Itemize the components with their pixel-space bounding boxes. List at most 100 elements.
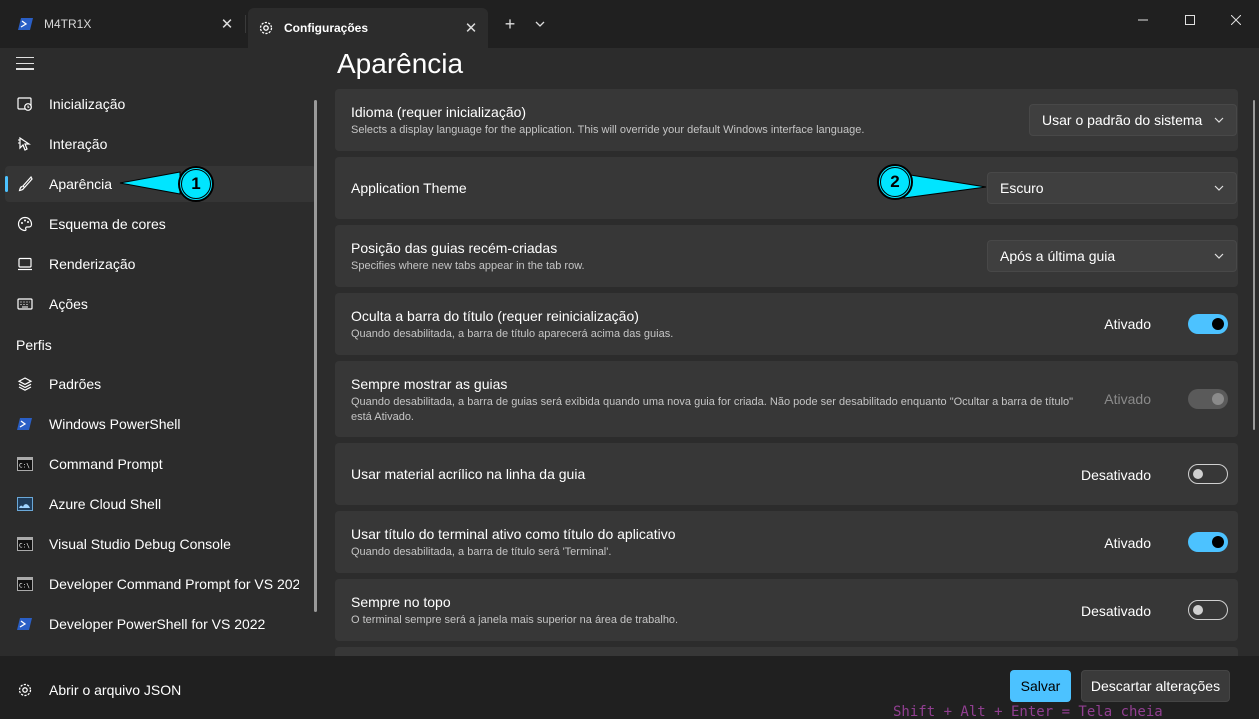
- sidebar-item-label: Windows PowerShell: [49, 416, 181, 432]
- setting-description: Specifies where new tabs appear in the t…: [351, 260, 585, 272]
- sidebar-item-esquema-de-cores[interactable]: Esquema de cores: [5, 206, 316, 242]
- sidebar-item-acoes[interactable]: Ações: [5, 286, 316, 322]
- sidebar: Inicialização Interação Aparência Esquem…: [0, 48, 322, 719]
- setting-description: Quando desabilitada, a barra de título a…: [351, 328, 674, 340]
- sidebar-item-inicializacao[interactable]: Inicialização: [5, 86, 316, 122]
- profiles-heading: Perfis: [16, 337, 52, 353]
- sidebar-item-windows-powershell[interactable]: Windows PowerShell: [5, 406, 316, 442]
- setting-title: Application Theme: [351, 180, 467, 196]
- save-button[interactable]: Salvar: [1010, 670, 1071, 702]
- svg-text:C:\: C:\: [19, 583, 30, 590]
- setting-hide-title-bar: Oculta a barra do título (requer reinici…: [335, 293, 1238, 355]
- toggle-state-label: Desativado: [1080, 467, 1151, 483]
- sidebar-item-vs-debug-console[interactable]: C:\ Visual Studio Debug Console: [5, 526, 316, 562]
- open-json-label: Abrir o arquivo JSON: [49, 682, 182, 698]
- tab-position-dropdown[interactable]: Após a última guia: [987, 240, 1237, 272]
- page-title: Aparência: [337, 48, 464, 79]
- annotation-arrow-2: [903, 173, 987, 199]
- hide-title-bar-toggle[interactable]: [1188, 314, 1228, 334]
- sidebar-scrollbar[interactable]: [314, 100, 317, 612]
- cursor-icon: [17, 136, 33, 152]
- always-on-top-toggle[interactable]: [1188, 600, 1228, 620]
- palette-icon: [17, 216, 33, 232]
- svg-text:C:\: C:\: [19, 543, 30, 550]
- toggle-state-label: Ativado: [1104, 316, 1151, 332]
- setting-application-theme: Application Theme Escuro: [335, 157, 1238, 219]
- language-dropdown[interactable]: Usar o padrão do sistema: [1029, 104, 1237, 136]
- sidebar-item-label: Interação: [49, 136, 108, 152]
- setting-title: Sempre mostrar as guias: [351, 376, 508, 392]
- svg-text:C:\: C:\: [19, 463, 30, 470]
- annotation-badge-1: 1: [178, 166, 214, 202]
- powershell-icon: [18, 16, 34, 32]
- setting-description: Quando desabilitada, a barra de guias se…: [351, 396, 1074, 423]
- sidebar-item-label: Developer PowerShell for VS 2022: [49, 616, 266, 632]
- sidebar-item-label: Renderização: [49, 256, 136, 272]
- close-icon[interactable]: ✕: [462, 19, 480, 37]
- setting-title: Usar título do terminal ativo como títul…: [351, 526, 676, 542]
- gear-icon: [258, 20, 274, 36]
- monitor-icon: [17, 256, 33, 272]
- sidebar-item-padroes[interactable]: Padrões: [5, 366, 316, 402]
- acrylic-tab-row-toggle[interactable]: [1188, 464, 1228, 484]
- chevron-down-icon[interactable]: [528, 12, 552, 36]
- setting-description: Quando desabilitada, a barra de título s…: [351, 546, 612, 558]
- discard-changes-button[interactable]: Descartar alterações: [1081, 670, 1230, 702]
- sidebar-item-label: Padrões: [49, 376, 102, 392]
- maximize-button[interactable]: [1167, 0, 1213, 40]
- brush-icon: [17, 176, 33, 192]
- setting-use-terminal-title: Usar título do terminal ativo como títul…: [335, 511, 1238, 573]
- theme-dropdown[interactable]: Escuro: [987, 172, 1237, 204]
- background-terminal-text: Shift + Alt + Enter = Tela cheia: [893, 704, 1163, 719]
- hamburger-menu-icon[interactable]: [16, 57, 34, 71]
- close-window-button[interactable]: [1213, 0, 1259, 40]
- toggle-state-label: Desativado: [1080, 603, 1151, 619]
- sidebar-item-label: Developer Command Prompt for VS 2022: [49, 576, 299, 592]
- selection-indicator: [5, 176, 8, 192]
- sidebar-item-dev-command-prompt[interactable]: C:\ Developer Command Prompt for VS 2022: [5, 566, 316, 602]
- powershell-icon: [17, 416, 33, 432]
- tab-configuracoes[interactable]: Configurações ✕: [248, 8, 488, 48]
- powershell-icon: [17, 616, 33, 632]
- minimize-button[interactable]: [1120, 0, 1166, 40]
- cmd-icon: C:\: [17, 456, 33, 472]
- sidebar-item-dev-powershell[interactable]: Developer PowerShell for VS 2022: [5, 606, 316, 642]
- setting-always-show-tabs: Sempre mostrar as guias Quando desabilit…: [335, 361, 1238, 437]
- new-tab-button[interactable]: +: [498, 12, 522, 36]
- sidebar-item-label: Azure Cloud Shell: [49, 496, 162, 512]
- startup-icon: [17, 96, 33, 112]
- use-terminal-title-toggle[interactable]: [1188, 532, 1228, 552]
- close-icon[interactable]: ✕: [218, 15, 236, 33]
- title-bar: M4TR1X ✕ Configurações ✕ +: [0, 0, 1259, 48]
- setting-idioma: Idioma (requer inicialização) Selects a …: [335, 89, 1238, 151]
- tab-m4tr1x[interactable]: M4TR1X ✕: [8, 8, 244, 40]
- toggle-state-label: Ativado: [1104, 535, 1151, 551]
- setting-new-tab-position: Posição das guias recém-criadas Specifie…: [335, 225, 1238, 287]
- sidebar-item-label: Esquema de cores: [49, 216, 166, 232]
- cmd-icon: C:\: [17, 536, 33, 552]
- sidebar-item-interacao[interactable]: Interação: [5, 126, 316, 162]
- sidebar-item-renderizacao[interactable]: Renderização: [5, 246, 316, 282]
- cmd-icon: C:\: [17, 576, 33, 592]
- chevron-down-icon: [1214, 117, 1224, 123]
- settings-page: Aparência Idioma (requer inicialização) …: [322, 48, 1259, 719]
- chevron-down-icon: [1214, 185, 1224, 191]
- sidebar-item-command-prompt[interactable]: C:\ Command Prompt: [5, 446, 316, 482]
- always-show-tabs-toggle: [1188, 389, 1228, 409]
- dropdown-value: Após a última guia: [1000, 248, 1116, 264]
- annotation-badge-2: 2: [877, 164, 913, 200]
- toggle-state-label: Ativado: [1104, 391, 1151, 407]
- setting-acrylic-tab-row: Usar material acrílico na linha da guia …: [335, 443, 1238, 505]
- sidebar-item-label: Command Prompt: [49, 456, 163, 472]
- keyboard-icon: [17, 296, 33, 312]
- azure-icon: [17, 496, 33, 512]
- setting-title: Usar material acrílico na linha da guia: [351, 466, 586, 482]
- tab-label: Configurações: [284, 21, 369, 35]
- sidebar-item-label: Inicialização: [49, 96, 126, 112]
- open-json-button[interactable]: Abrir o arquivo JSON: [5, 672, 181, 708]
- tab-separator: [245, 15, 246, 33]
- main-scrollbar[interactable]: [1253, 100, 1255, 430]
- gear-icon: [17, 682, 33, 698]
- sidebar-item-azure-cloud-shell[interactable]: Azure Cloud Shell: [5, 486, 316, 522]
- setting-description: Selects a display language for the appli…: [351, 124, 865, 136]
